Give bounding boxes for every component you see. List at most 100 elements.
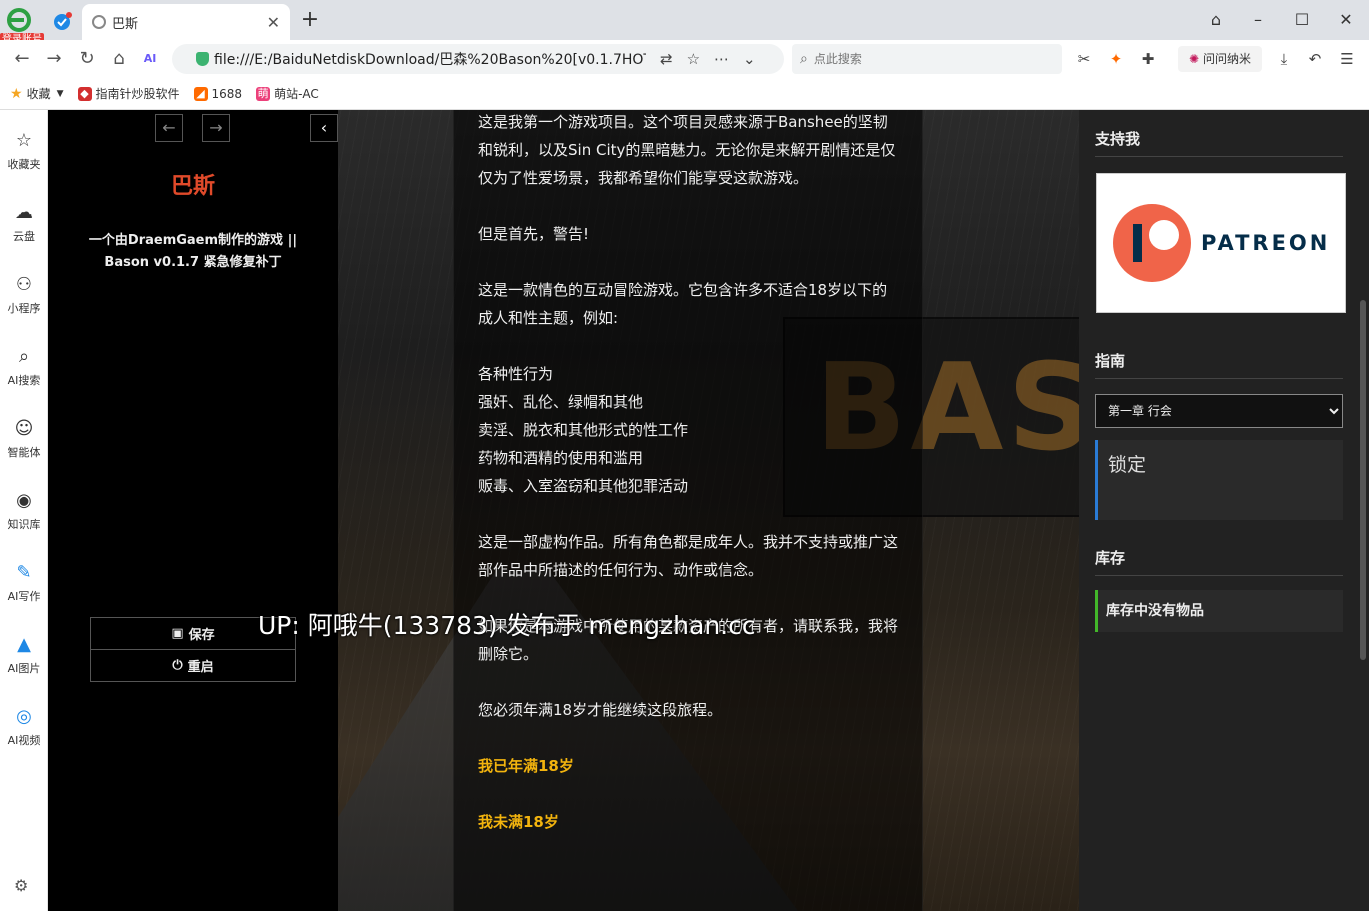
sidebar-item-label: 云盘 [13, 230, 35, 243]
passage-content-list: 各种性行为 强奸、乱伦、绿帽和其他 卖淫、脱衣和其他形式的性工作 药物和酒精的使… [478, 365, 689, 495]
shield-icon[interactable] [52, 12, 72, 32]
divider [1095, 156, 1343, 157]
sidebar-item-label: AI图片 [7, 662, 41, 675]
divider [1095, 378, 1343, 379]
search-box[interactable]: ⌕ [792, 44, 1062, 74]
floppy-icon: ▣ [171, 626, 184, 641]
story-passage: 这是我第一个游戏项目。这个项目灵感来源于Banshee的坚韧和锐利，以及Sin … [453, 110, 923, 911]
settings-gear-icon[interactable]: ⚙ [14, 876, 28, 895]
robot-icon: ☺ [14, 418, 34, 439]
sidebar-item-favorites[interactable]: ☆ 收藏夹 [0, 130, 48, 172]
browser-tab[interactable]: 巴斯 ✕ [82, 4, 290, 40]
right-panel: 支持我 PATREON 指南 第一章 行会 锁定 库存 库存中没有物品 [1079, 110, 1369, 911]
minimize-icon[interactable]: – [1246, 8, 1270, 32]
restart-button[interactable]: ⏻ 重启 [90, 649, 296, 682]
video-icon: ◎ [16, 706, 32, 727]
bookmark-label: 指南针炒股软件 [95, 87, 180, 101]
passage-paragraph: 这是我第一个游戏项目。这个项目灵感来源于Banshee的坚韧和锐利，以及Sin … [478, 113, 896, 187]
sidebar-item-knowledge[interactable]: ◉ 知识库 [0, 490, 48, 532]
maximize-icon[interactable]: ☐ [1290, 8, 1314, 32]
nami-icon: ✺ [1189, 52, 1200, 66]
sidebar-item-ai-search[interactable]: ⌕ AI搜索 [0, 346, 48, 388]
passage-paragraph: 这是一款情色的互动冒险游戏。它包含许多不适合18岁以下的成人和性主题，例如: [478, 281, 888, 327]
translate-icon[interactable]: ⇄ [660, 50, 673, 68]
tab-title: 巴斯 [112, 16, 139, 32]
page-scrollbar[interactable] [1360, 300, 1366, 660]
search-input[interactable] [813, 52, 1034, 66]
forward-icon[interactable]: → [42, 47, 66, 71]
history-forward-button[interactable]: → [202, 114, 230, 142]
bookmark-compass-icon: ◆ [77, 86, 92, 101]
chevron-left-icon: ‹ [320, 118, 328, 137]
star-icon: ☆ [15, 130, 33, 151]
new-tab-button[interactable]: + [298, 8, 322, 32]
ask-nami-button[interactable]: ✺ 问问纳米 [1178, 46, 1262, 72]
sidebar-item-ai-writing[interactable]: ✎ AI写作 [0, 562, 48, 604]
sidebar-item-miniapp[interactable]: ⚇ 小程序 [0, 274, 48, 316]
lock-text: 锁定 [1108, 454, 1147, 476]
chevron-down-icon[interactable]: ⌄ [743, 50, 756, 68]
chevron-down-icon: ▼ [56, 88, 64, 99]
back-icon[interactable]: ← [10, 47, 34, 71]
minor-link[interactable]: 我未满18岁 [478, 808, 898, 836]
sidebar-item-ai-image[interactable]: ▲ AI图片 [0, 634, 48, 676]
star-icon: ★ [10, 85, 23, 102]
chapter-select[interactable]: 第一章 行会 [1095, 394, 1343, 428]
patreon-logo-inner [1149, 220, 1179, 250]
story-sidebar: ← → ‹ 巴斯 一个由DraemGaem制作的游戏 || Bason v0.1… [48, 110, 338, 911]
shirt-icon[interactable]: ⌂ [1204, 8, 1228, 32]
adult-confirm-link[interactable]: 我已年满18岁 [478, 752, 898, 780]
close-icon[interactable]: ✕ [267, 13, 280, 32]
sidebar-item-label: 智能体 [7, 446, 41, 459]
bookmark-label: 收藏 [26, 87, 51, 101]
arrow-right-icon: → [209, 118, 223, 137]
restart-label: 重启 [187, 660, 214, 675]
support-heading: 支持我 [1095, 130, 1141, 148]
ask-nami-label: 问问纳米 [1202, 52, 1251, 66]
guide-heading: 指南 [1095, 352, 1126, 370]
globe-icon [92, 15, 106, 29]
gamepad-icon[interactable]: ✦ [1105, 48, 1127, 70]
secure-shield-icon [196, 52, 209, 66]
url-text[interactable]: file:///E:/BaiduNetdiskDownload/巴森%20Bas… [214, 49, 646, 69]
puzzle-icon[interactable]: ✚ [1137, 48, 1159, 70]
sidebar-collapse-button[interactable]: ‹ [310, 114, 338, 142]
sidebar-item-label: AI搜索 [7, 374, 41, 387]
home-icon[interactable]: ⌂ [107, 47, 131, 71]
scissors-icon[interactable]: ✂ [1073, 48, 1095, 70]
undo-icon[interactable]: ↶ [1304, 48, 1326, 70]
bookmark-item[interactable]: ◢ 1688 [193, 86, 242, 101]
bookmark-moe-icon: 萌 [256, 86, 271, 101]
passage-paragraph: 这是一部虚构作品。所有角色都是成年人。我并不支持或推广这部作品中所描述的任何行为… [478, 533, 899, 579]
download-icon[interactable]: ⤓ [1273, 48, 1295, 70]
story-title: 巴斯 [170, 174, 215, 199]
search-icon: ⌕ [18, 346, 30, 367]
cloud-icon: ☁ [15, 202, 33, 223]
pen-icon: ✎ [16, 562, 32, 583]
sidebar-item-label: 小程序 [7, 302, 41, 315]
star-icon[interactable]: ☆ [687, 50, 700, 68]
bookmark-favorites[interactable]: ★ 收藏 ▼ [10, 85, 64, 102]
url-field[interactable]: file:///E:/BaiduNetdiskDownload/巴森%20Bas… [172, 44, 784, 74]
sidebar-item-ai-video[interactable]: ◎ AI视频 [0, 706, 48, 748]
bookmark-item[interactable]: 萌 萌站-AC [256, 85, 319, 102]
game-page: BAS ← → ‹ 巴斯 一个由DraemGaem制作的游戏 || Bason … [48, 110, 1369, 911]
watermark-text: UP: 阿哦牛(133783) 发布于 mengzhan.cc [258, 611, 756, 640]
ai-icon[interactable]: AI [138, 47, 162, 71]
bookmarks-bar: ★ 收藏 ▼ ◆ 指南针炒股软件 ◢ 1688 萌 萌站-AC [0, 78, 1369, 110]
bookmark-item[interactable]: ◆ 指南针炒股软件 [77, 85, 180, 102]
sidebar-item-label: AI视频 [7, 734, 41, 747]
sidebar-item-label: 知识库 [7, 518, 41, 531]
browser-tab-bar: 登录账号 巴斯 ✕ + ⌂ – ☐ ✕ [0, 0, 1369, 47]
menu-icon[interactable]: ☰ [1336, 48, 1358, 70]
close-window-icon[interactable]: ✕ [1334, 8, 1358, 32]
inventory-empty-text: 库存中没有物品 [1106, 603, 1204, 619]
more-icon[interactable]: ⋯ [714, 50, 729, 68]
sidebar-item-cloud[interactable]: ☁ 云盘 [0, 202, 48, 244]
patreon-banner[interactable]: PATREON [1096, 173, 1346, 313]
reload-icon[interactable]: ↻ [75, 47, 99, 71]
guide-lock-card: 锁定 [1095, 440, 1343, 520]
story-subtitle: 一个由DraemGaem制作的游戏 || Bason v0.1.7 紧急修复补丁 [88, 233, 298, 270]
history-back-button[interactable]: ← [155, 114, 183, 142]
sidebar-item-agent[interactable]: ☺ 智能体 [0, 418, 48, 460]
